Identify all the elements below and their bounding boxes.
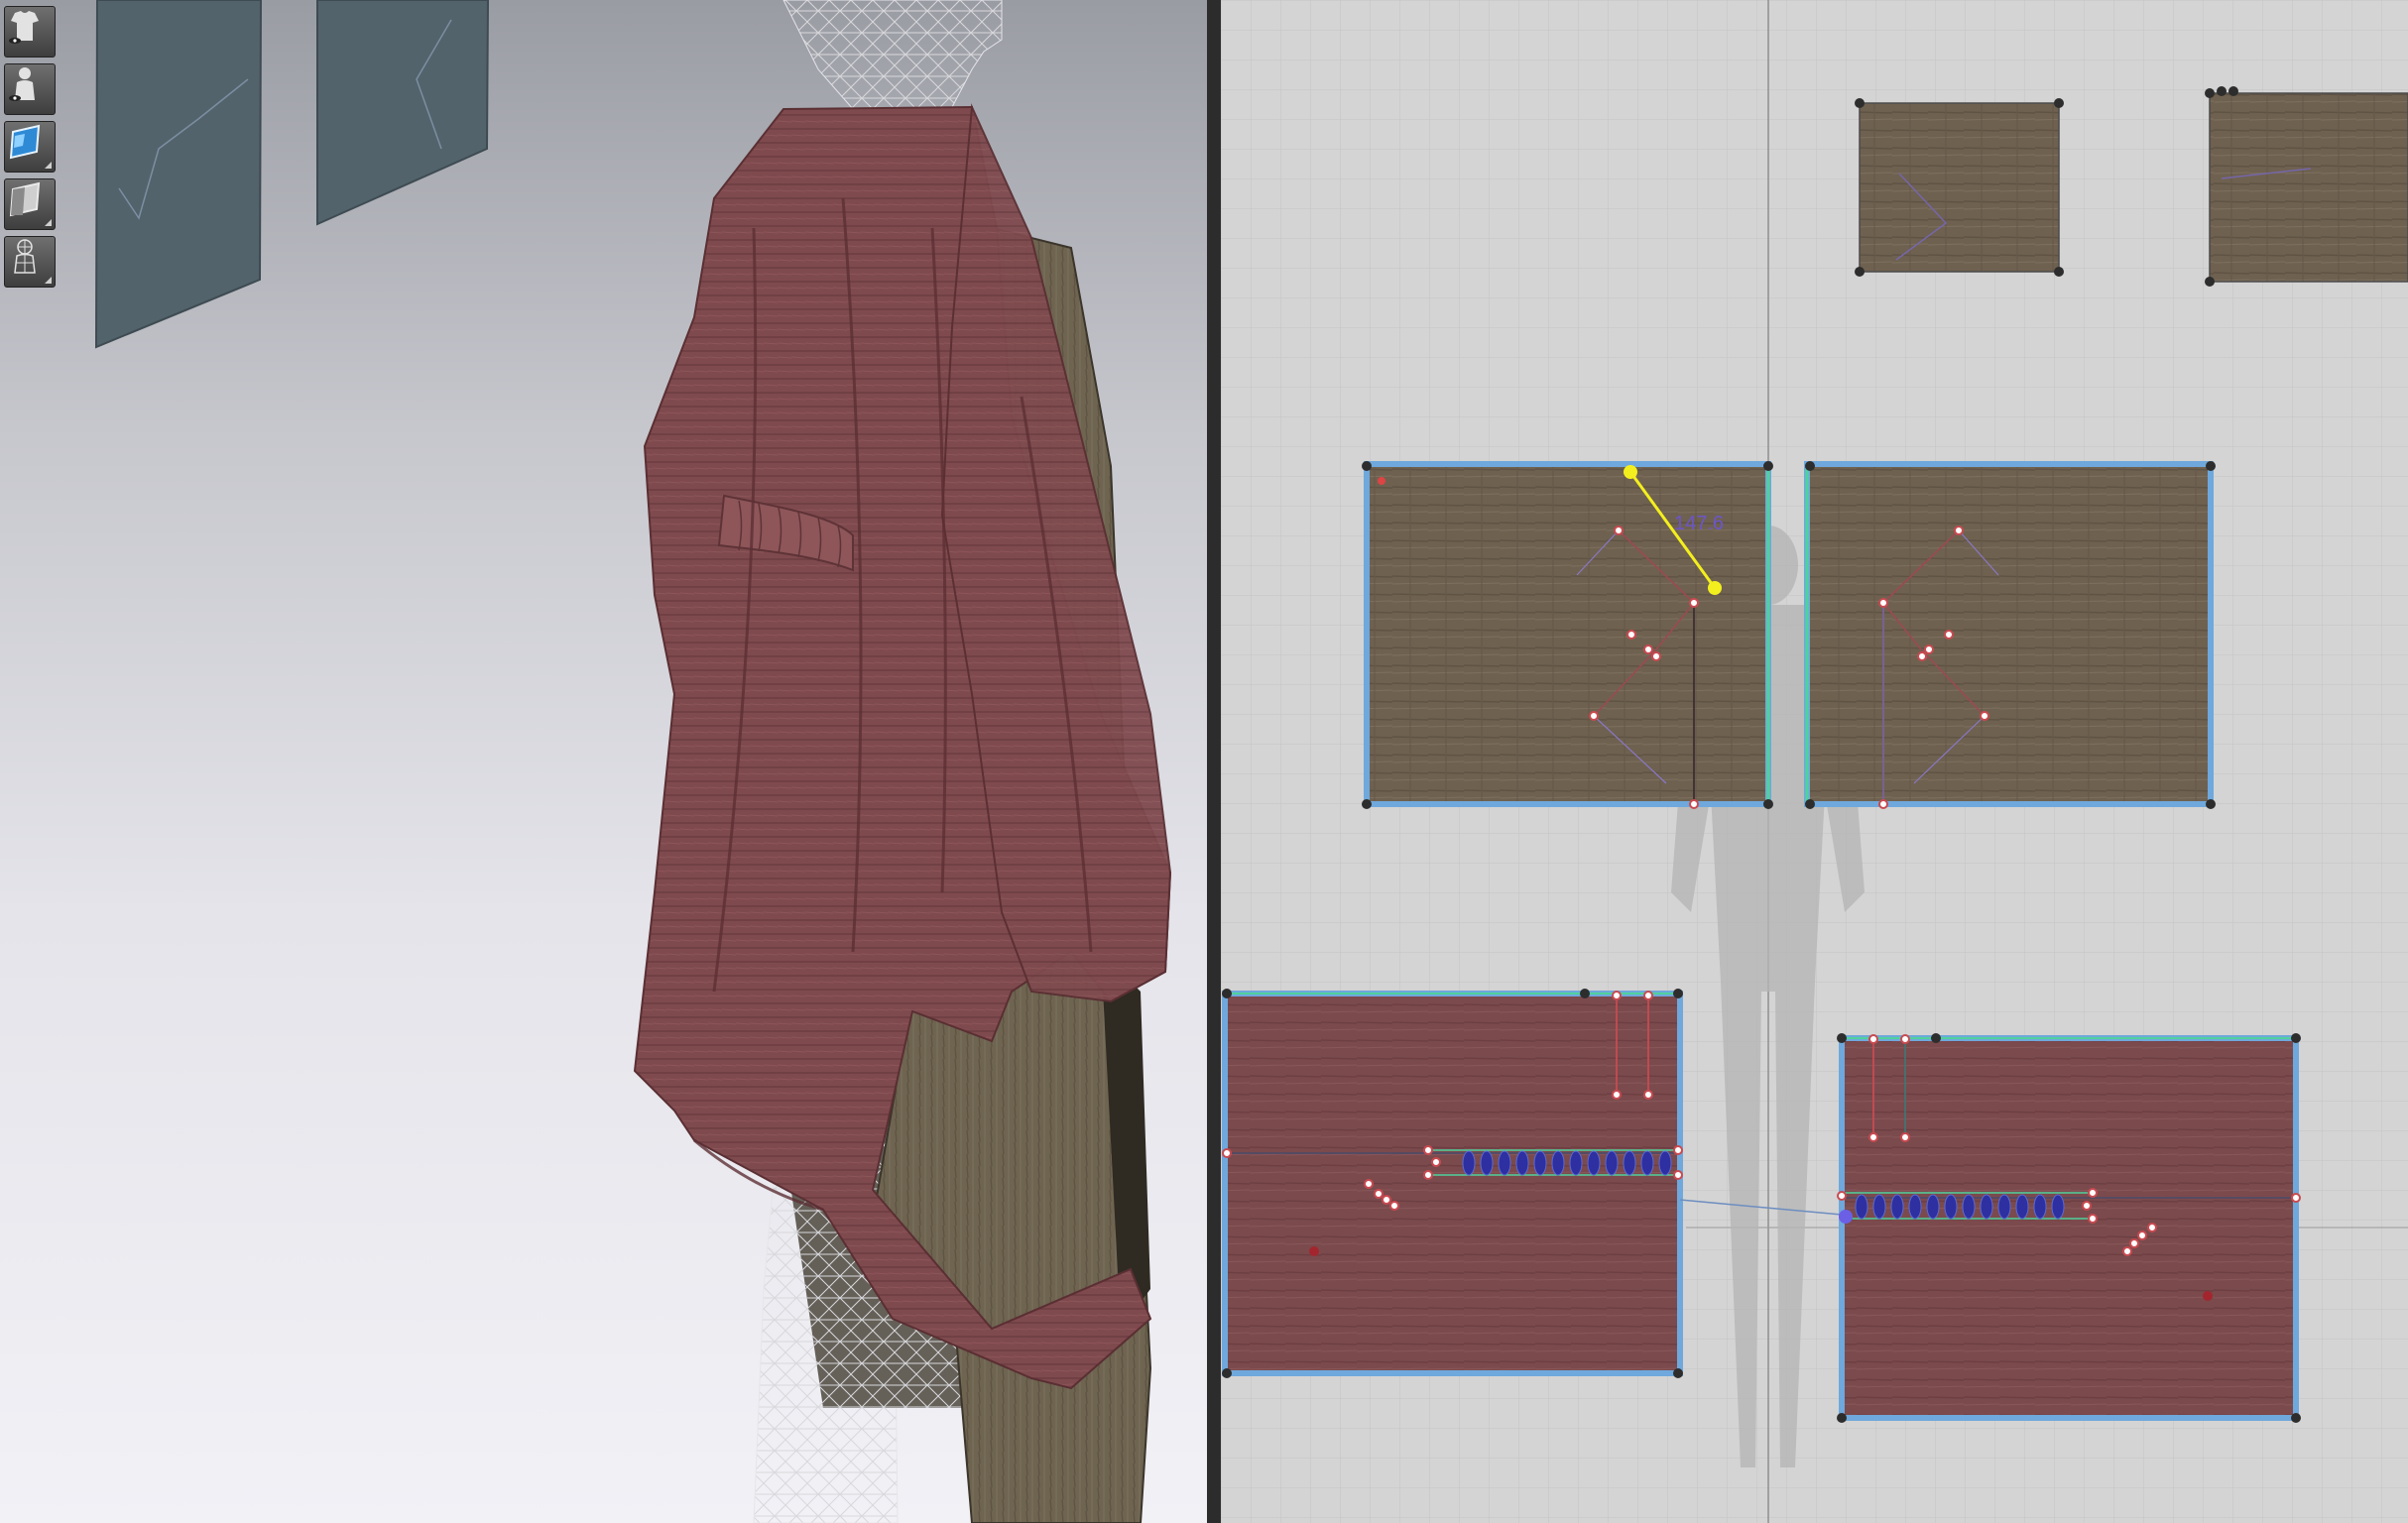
pattern-piece-top-2: [2209, 92, 2408, 283]
submenu-indicator: [45, 219, 52, 226]
texture-icon: [9, 124, 41, 160]
submenu-indicator: [45, 162, 52, 169]
flat-panel-left: [94, 0, 263, 349]
shaded-view-button[interactable]: [4, 178, 56, 230]
avatar-mesh-icon: [14, 239, 36, 274]
measurement-label: 147.6: [1674, 513, 1725, 534]
garment-3d-scene: [94, 0, 1172, 1523]
avatar-eye-icon: [9, 67, 35, 101]
pattern-piece-mid-right: [1804, 461, 2214, 807]
pattern-piece-bottom-right: [1839, 1035, 2299, 1421]
view-toolbar: [4, 6, 60, 293]
pattern-piece-top-1: [1859, 102, 2060, 273]
texture-view-button[interactable]: [4, 121, 56, 173]
pattern-canvas: [1221, 0, 2408, 1523]
flat-panel-right: [316, 0, 490, 226]
viewport-2d-pattern[interactable]: 147.6: [1221, 0, 2408, 1523]
shaded-surface-icon: [9, 181, 41, 217]
show-avatar-button[interactable]: [4, 63, 56, 115]
pattern-piece-bottom-left: [1222, 991, 1683, 1376]
viewport-3d[interactable]: [0, 0, 1207, 1523]
viewport-splitter[interactable]: [1207, 0, 1221, 1523]
avatar-head: [783, 0, 1003, 110]
submenu-indicator: [45, 277, 52, 284]
avatar-mesh-button[interactable]: [4, 236, 56, 288]
show-garment-button[interactable]: [4, 6, 56, 58]
garment-eye-icon: [9, 11, 39, 44]
